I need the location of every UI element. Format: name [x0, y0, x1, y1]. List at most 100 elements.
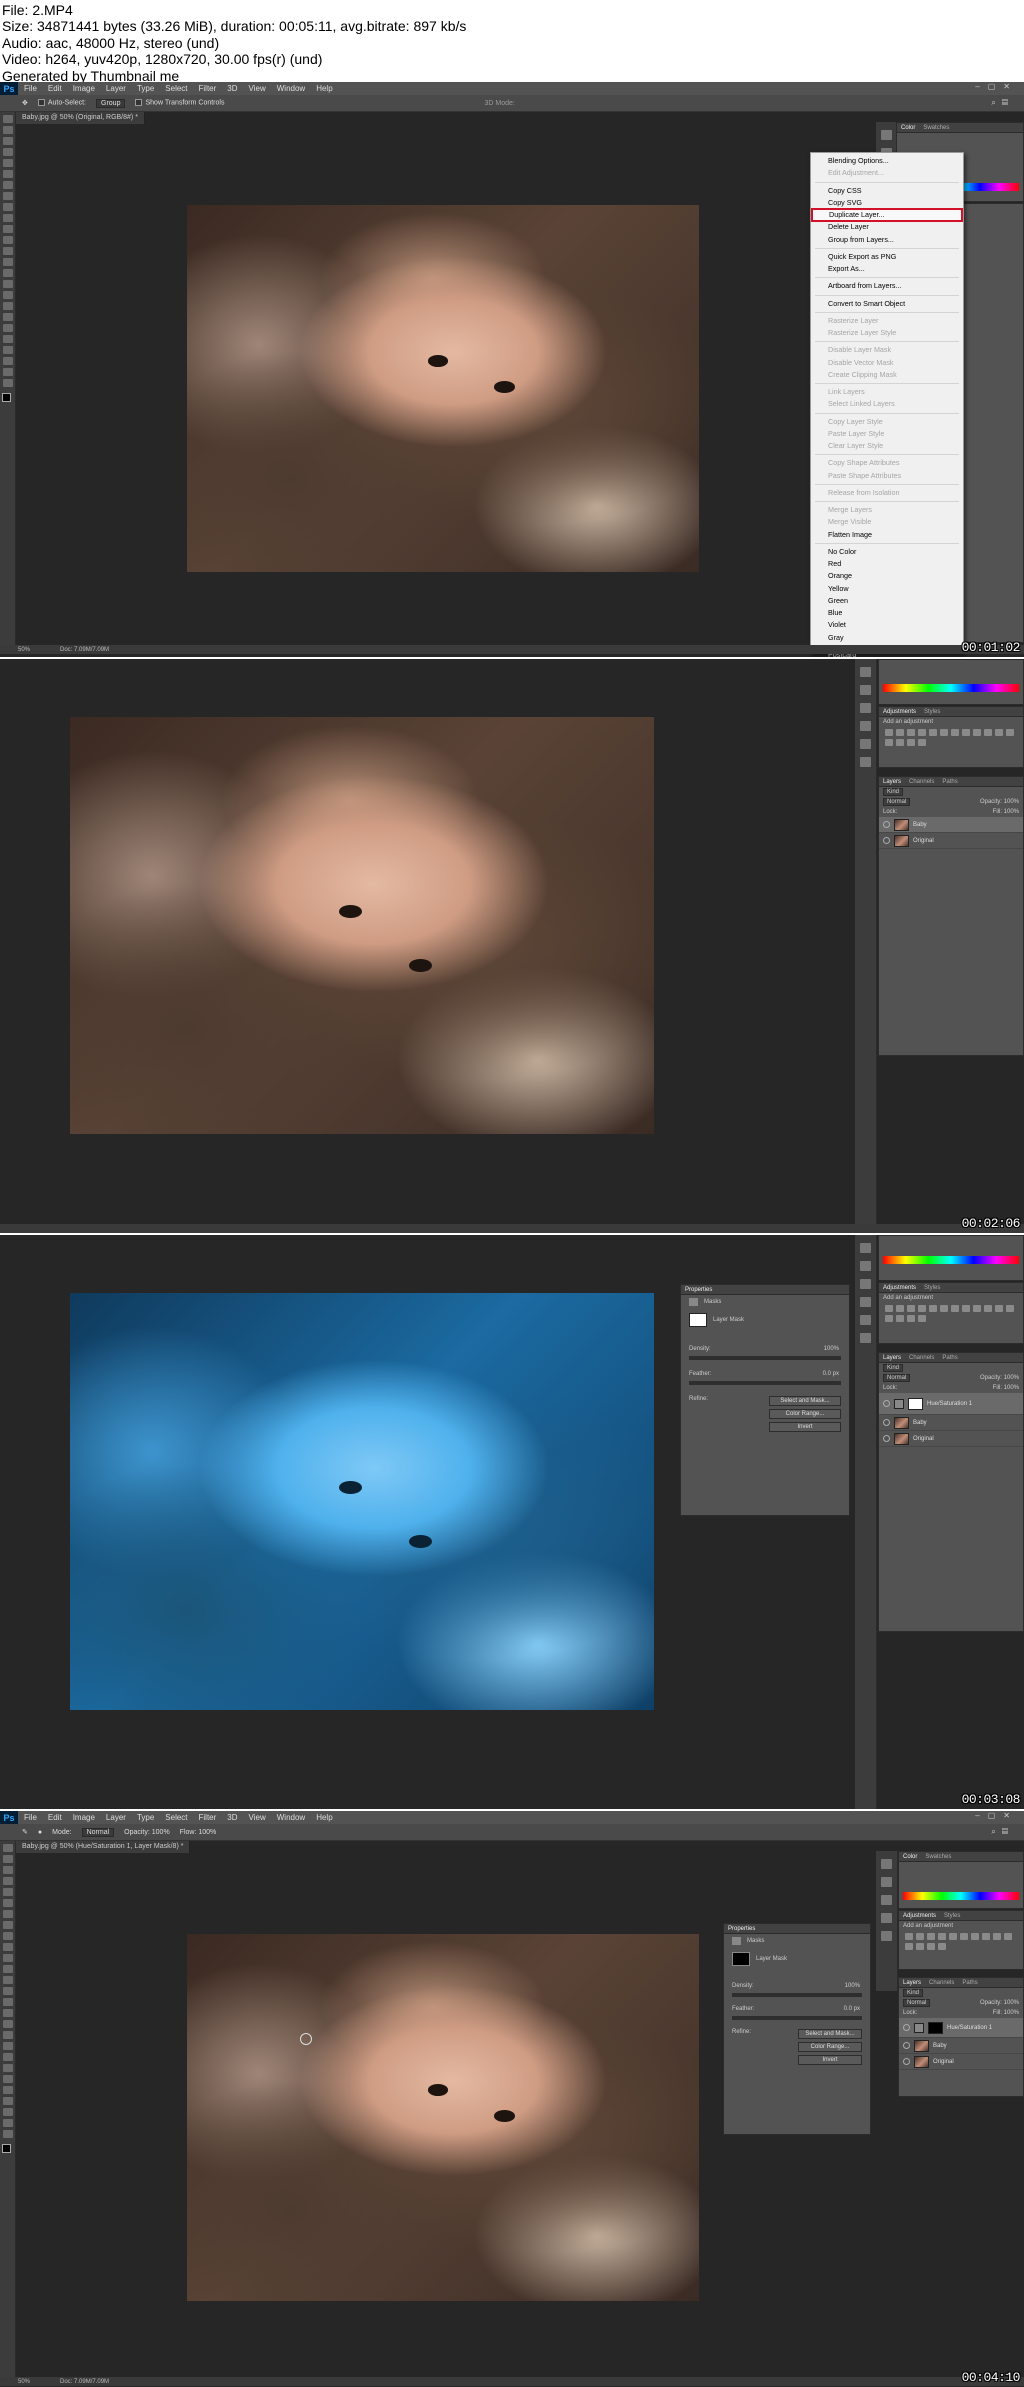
color-range-button[interactable]: Color Range... — [798, 2042, 862, 2052]
visibility-eye-icon[interactable] — [903, 2024, 910, 2031]
canvas-photo[interactable] — [187, 205, 699, 572]
feather-value[interactable]: 0.0 px — [823, 1371, 839, 1377]
feather-slider[interactable] — [689, 1381, 841, 1385]
density-slider[interactable] — [732, 1993, 862, 1997]
window-controls[interactable]: –▢✕ — [975, 1811, 1018, 1820]
layer-row[interactable]: Baby — [899, 2038, 1023, 2054]
layers-tab[interactable]: Layers — [883, 779, 901, 785]
invert-button[interactable]: Invert — [769, 1422, 841, 1432]
context-menu-item-artboard-from-layers[interactable]: Artboard from Layers... — [811, 280, 963, 292]
menu-image[interactable]: Image — [73, 84, 95, 93]
channels-tab[interactable]: Channels — [909, 779, 934, 785]
invert-button[interactable]: Invert — [798, 2055, 862, 2065]
adjustment-icons[interactable] — [879, 727, 1023, 748]
visibility-eye-icon[interactable] — [883, 1435, 890, 1442]
context-menu-item-blending-options[interactable]: Blending Options... — [811, 155, 963, 167]
layer-mask-thumbnail[interactable] — [908, 1397, 923, 1410]
menu-type[interactable]: Type — [137, 1813, 154, 1822]
context-menu-item-red[interactable]: Red — [811, 558, 963, 570]
blend-mode-select[interactable]: Normal — [903, 1999, 931, 2007]
search-icon[interactable]: ⌕▤ — [991, 98, 1014, 108]
menu-view[interactable]: View — [249, 1813, 266, 1822]
auto-select-checkbox[interactable] — [37, 99, 45, 107]
context-menu-item-blue[interactable]: Blue — [811, 607, 963, 619]
menu-3d[interactable]: 3D — [227, 84, 237, 93]
paths-tab[interactable]: Paths — [962, 1980, 977, 1986]
styles-tab[interactable]: Styles — [924, 1285, 940, 1291]
context-menu-item-copy-svg[interactable]: Copy SVG — [811, 197, 963, 209]
visibility-eye-icon[interactable] — [883, 1400, 890, 1407]
menu-file[interactable]: File — [24, 84, 37, 93]
zoom-level[interactable]: 50% — [18, 647, 30, 653]
document-tab[interactable]: Baby.jpg @ 50% (Original, RGB/8#) * — [16, 112, 145, 124]
canvas-photo[interactable] — [70, 717, 654, 1134]
color-tab[interactable]: Color — [901, 125, 915, 131]
menu-edit[interactable]: Edit — [48, 84, 62, 93]
adjustments-tab[interactable]: Adjustments — [903, 1913, 936, 1919]
layers-tab[interactable]: Layers — [903, 1980, 921, 1986]
layer-row[interactable]: Hue/Saturation 1 — [879, 1393, 1023, 1415]
context-menu-item-gray[interactable]: Gray — [811, 632, 963, 644]
feather-slider[interactable] — [732, 2016, 862, 2020]
layer-row[interactable]: Original — [879, 1431, 1023, 1447]
visibility-eye-icon[interactable] — [883, 837, 890, 844]
color-range-button[interactable]: Color Range... — [769, 1409, 841, 1419]
visibility-eye-icon[interactable] — [883, 821, 890, 828]
color-tab[interactable]: Color — [903, 1854, 917, 1860]
channels-tab[interactable]: Channels — [929, 1980, 954, 1986]
density-slider[interactable] — [689, 1356, 841, 1360]
canvas-photo[interactable] — [70, 1293, 654, 1710]
visibility-eye-icon[interactable] — [903, 2058, 910, 2065]
menu-type[interactable]: Type — [137, 84, 154, 93]
styles-tab[interactable]: Styles — [944, 1913, 960, 1919]
context-menu-item-delete-layer[interactable]: Delete Layer — [811, 221, 963, 233]
context-menu-item-group-from-layers[interactable]: Group from Layers... — [811, 234, 963, 246]
context-menu-item-violet[interactable]: Violet — [811, 619, 963, 631]
transform-controls-checkbox[interactable] — [135, 99, 143, 107]
context-menu-item-copy-css[interactable]: Copy CSS — [811, 185, 963, 197]
layer-row[interactable]: Original — [879, 833, 1023, 849]
menu-help[interactable]: Help — [316, 1813, 332, 1822]
layer-row[interactable]: Baby — [879, 1415, 1023, 1431]
context-menu-item-no-color[interactable]: No Color — [811, 546, 963, 558]
canvas-photo[interactable] — [187, 1934, 699, 2301]
swatches-tab[interactable]: Swatches — [925, 1854, 951, 1860]
density-value[interactable]: 100% — [824, 1346, 839, 1352]
paths-tab[interactable]: Paths — [942, 1355, 957, 1361]
auto-select-target[interactable]: Group — [96, 98, 126, 108]
visibility-eye-icon[interactable] — [883, 1419, 890, 1426]
zoom-level[interactable]: 50% — [18, 2379, 30, 2385]
brush-flow[interactable]: Flow: 100% — [180, 1829, 217, 1836]
window-controls[interactable]: –▢✕ — [975, 82, 1018, 91]
layer-mask-thumbnail[interactable] — [928, 2021, 943, 2034]
menu-layer[interactable]: Layer — [106, 84, 126, 93]
layer-filter-kind[interactable]: Kind — [903, 1989, 924, 1997]
foreground-color-swatch[interactable] — [2, 393, 11, 402]
menu-edit[interactable]: Edit — [48, 1813, 62, 1822]
adjustment-icons[interactable] — [879, 1303, 1023, 1324]
adjustments-tab[interactable]: Adjustments — [883, 1285, 916, 1291]
layer-row[interactable]: Original — [899, 2054, 1023, 2070]
brush-opacity[interactable]: Opacity: 100% — [124, 1829, 170, 1836]
foreground-color-swatch[interactable] — [2, 2144, 11, 2153]
layer-row[interactable]: Baby — [879, 817, 1023, 833]
brush-preset-icon[interactable]: ● — [38, 1829, 42, 1836]
fill-field[interactable]: Fill: 100% — [993, 2010, 1019, 2016]
blend-mode-select[interactable]: Normal — [883, 1374, 911, 1382]
menu-layer[interactable]: Layer — [106, 1813, 126, 1822]
menu-window[interactable]: Window — [277, 1813, 305, 1822]
auto-select-option[interactable]: Auto-Select: — [37, 99, 86, 107]
feather-value[interactable]: 0.0 px — [844, 2006, 860, 2012]
context-menu-item-export-as[interactable]: Export As... — [811, 263, 963, 275]
context-menu-item-quick-export-as-png[interactable]: Quick Export as PNG — [811, 251, 963, 263]
adjustment-icons[interactable] — [899, 1931, 1023, 1952]
menu-window[interactable]: Window — [277, 84, 305, 93]
paths-tab[interactable]: Paths — [942, 779, 957, 785]
menu-image[interactable]: Image — [73, 1813, 95, 1822]
context-menu-item-convert-to-smart-object[interactable]: Convert to Smart Object — [811, 298, 963, 310]
swatches-tab[interactable]: Swatches — [923, 125, 949, 131]
color-spectrum[interactable] — [883, 684, 1019, 692]
fill-field[interactable]: Fill: 100% — [993, 809, 1019, 815]
menu-select[interactable]: Select — [165, 1813, 187, 1822]
context-menu-item-flatten-image[interactable]: Flatten Image — [811, 529, 963, 541]
